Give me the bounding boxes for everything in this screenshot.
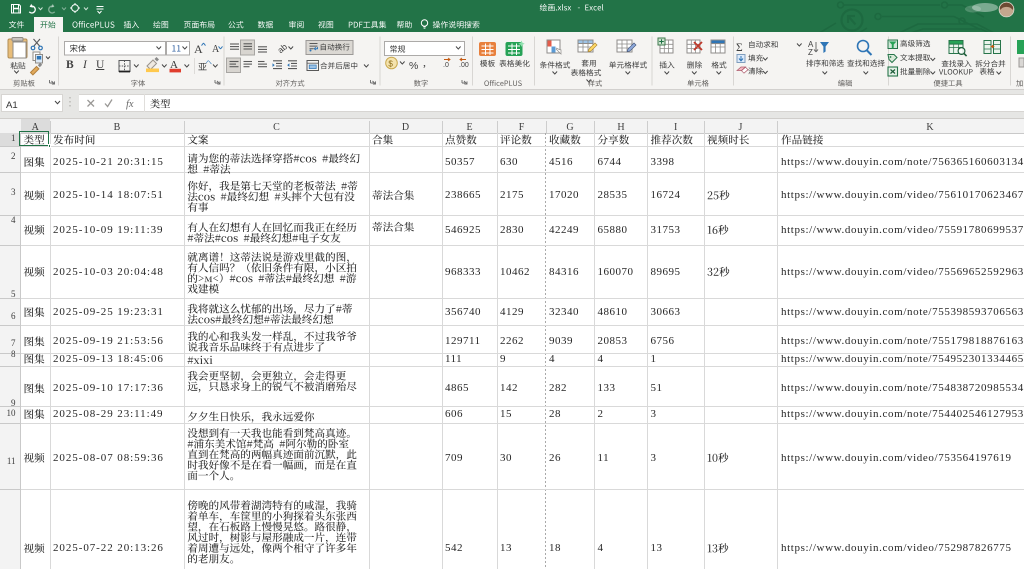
svg-text:A: A — [194, 42, 203, 56]
svg-text:Z: Z — [808, 48, 813, 57]
svg-text:$: $ — [388, 60, 393, 69]
svg-text:.0: .0 — [443, 62, 449, 69]
svg-text:ab: ab — [275, 41, 289, 55]
svg-text:%: % — [409, 60, 418, 72]
svg-text:A: A — [212, 44, 220, 55]
svg-text:,: , — [423, 55, 426, 69]
svg-text:Σ: Σ — [736, 42, 743, 54]
svg-text:.00: .00 — [459, 62, 469, 69]
